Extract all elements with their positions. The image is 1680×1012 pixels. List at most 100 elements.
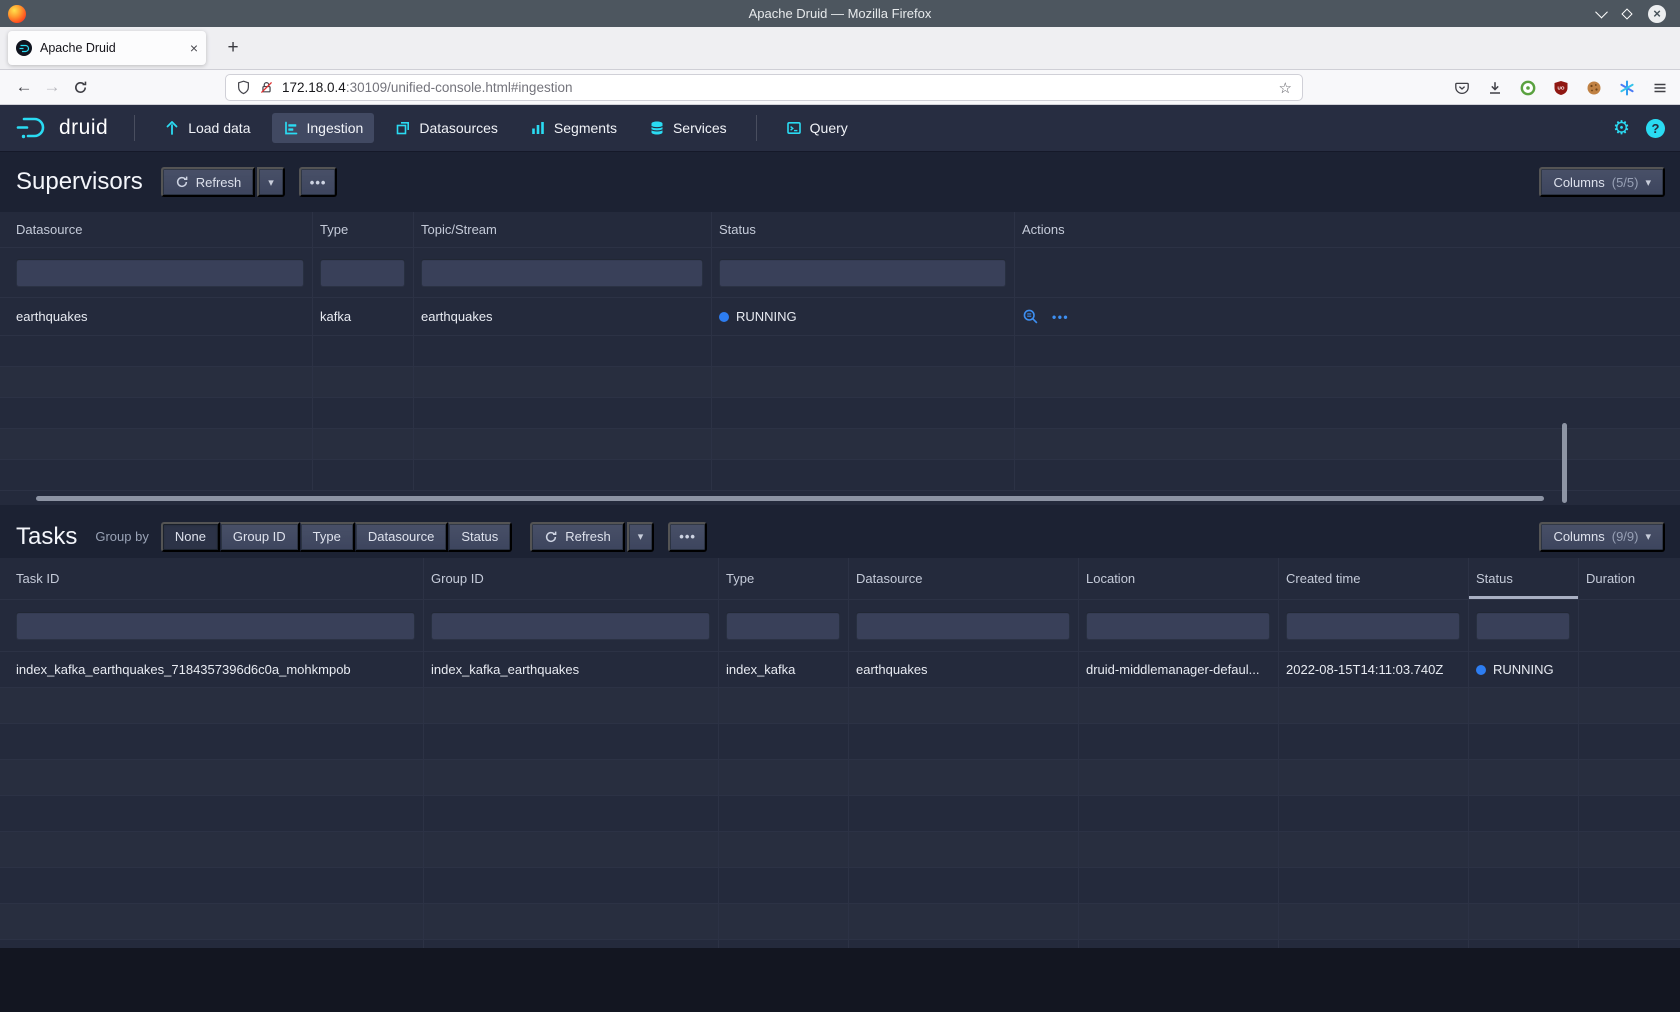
group-by-status-button[interactable]: Status: [448, 522, 512, 552]
sup-filter-status-input[interactable]: [719, 259, 1006, 287]
horizontal-scrollbar[interactable]: [36, 496, 1544, 501]
sup-header-type[interactable]: Type: [313, 212, 414, 247]
tasks-refresh-caret-button[interactable]: ▾: [627, 522, 655, 552]
nav-label: Query: [810, 120, 848, 136]
group-by-group-id-button[interactable]: Group ID: [220, 522, 300, 552]
tasks-columns-button[interactable]: Columns (9/9) ▾: [1539, 522, 1665, 552]
task-header-datasource[interactable]: Datasource: [849, 558, 1079, 599]
forward-button[interactable]: →: [38, 77, 66, 97]
empty-row: [0, 904, 1680, 940]
sup-header-actions: Actions: [1015, 212, 1680, 247]
sup-header-topic-stream[interactable]: Topic/Stream: [414, 212, 712, 247]
task-header-status-sorted[interactable]: Status: [1469, 558, 1579, 599]
group-by-datasource-button[interactable]: Datasource: [355, 522, 448, 552]
supervisor-row-earthquakes[interactable]: earthquakes kafka earthquakes RUNNING ••…: [0, 298, 1680, 336]
consent-asterisk-icon[interactable]: [1619, 80, 1635, 96]
tasks-more-button[interactable]: •••: [668, 522, 707, 552]
task-filter-created-time-input[interactable]: [1286, 612, 1460, 640]
druid-logo-icon: [15, 114, 55, 142]
sup-filter-type-input[interactable]: [320, 259, 405, 287]
supervisors-columns-button[interactable]: Columns (5/5) ▾: [1539, 167, 1665, 197]
nav-item-datasources[interactable]: Datasources: [384, 113, 509, 143]
task-header-group-id[interactable]: Group ID: [424, 558, 719, 599]
tasks-section: Tasks Group by None Group ID Type Dataso…: [0, 515, 1680, 948]
empty-row: [0, 398, 1680, 429]
magnify-detail-icon[interactable]: [1022, 308, 1039, 325]
tab-title: Apache Druid: [40, 41, 182, 55]
task-filter-location-input[interactable]: [1086, 612, 1270, 640]
tasks-refresh-button[interactable]: Refresh: [530, 522, 625, 552]
reload-button[interactable]: [66, 80, 94, 95]
status-badge: RUNNING: [712, 298, 1015, 335]
task-header-duration[interactable]: Duration: [1579, 558, 1680, 599]
menu-hamburger-icon[interactable]: [1652, 80, 1668, 96]
back-button[interactable]: ←: [10, 77, 38, 97]
cell-location: druid-middlemanager-defaul...: [1079, 652, 1279, 687]
sup-filter-datasource-input[interactable]: [16, 259, 304, 287]
cookie-icon[interactable]: [1586, 80, 1602, 96]
empty-row: [0, 460, 1680, 491]
task-filter-datasource-input[interactable]: [856, 612, 1070, 640]
columns-count: (9/9): [1612, 529, 1639, 544]
refresh-icon: [175, 175, 189, 189]
supervisors-refresh-caret-button[interactable]: ▾: [257, 167, 285, 197]
help-icon[interactable]: ?: [1646, 119, 1665, 138]
refresh-label: Refresh: [196, 175, 242, 190]
downloads-icon[interactable]: [1487, 80, 1503, 96]
nav-divider: [756, 115, 757, 141]
task-header-task-id[interactable]: Task ID: [0, 558, 424, 599]
browser-tab-apache-druid[interactable]: Apache Druid ×: [8, 31, 206, 65]
cell-datasource: earthquakes: [849, 652, 1079, 687]
tab-close-icon[interactable]: ×: [190, 40, 198, 56]
cell-datasource: earthquakes: [0, 298, 313, 335]
bookmark-star-icon[interactable]: ☆: [1279, 79, 1292, 97]
nav-item-query[interactable]: Query: [775, 113, 859, 143]
insecure-lock-icon[interactable]: [259, 80, 274, 95]
url-text: 172.18.0.4:30109/unified-console.html#in…: [282, 80, 572, 95]
tracking-shield-icon[interactable]: [236, 80, 251, 95]
druid-brand[interactable]: druid: [15, 114, 108, 142]
empty-row: [0, 868, 1680, 904]
task-header-type[interactable]: Type: [719, 558, 849, 599]
task-filter-type-input[interactable]: [726, 612, 840, 640]
window-maximize-icon[interactable]: [1621, 8, 1632, 19]
svg-text:UO: UO: [1558, 85, 1565, 90]
task-filter-group-id-input[interactable]: [431, 612, 710, 640]
nav-item-segments[interactable]: Segments: [519, 113, 628, 143]
group-by-none-button[interactable]: None: [161, 522, 220, 552]
sup-header-datasource[interactable]: Datasource: [0, 212, 313, 247]
task-row-index-kafka-earthquakes[interactable]: index_kafka_earthquakes_7184357396d6c0a_…: [0, 652, 1680, 688]
row-more-icon[interactable]: •••: [1052, 310, 1069, 324]
supervisors-more-button[interactable]: •••: [299, 167, 338, 197]
cell-duration: [1579, 652, 1680, 687]
datasources-icon: [395, 120, 411, 136]
sup-filter-topic-input[interactable]: [421, 259, 703, 287]
group-by-type-button[interactable]: Type: [300, 522, 355, 552]
tasks-title: Tasks: [16, 523, 77, 551]
url-path: :30109/unified-console.html#ingestion: [346, 80, 573, 95]
window-close-icon[interactable]: ×: [1648, 5, 1666, 23]
load-data-icon: [164, 120, 180, 136]
task-header-location[interactable]: Location: [1079, 558, 1279, 599]
url-bar[interactable]: 172.18.0.4:30109/unified-console.html#in…: [225, 74, 1303, 101]
task-header-created-time[interactable]: Created time: [1279, 558, 1469, 599]
empty-row: [0, 760, 1680, 796]
task-filter-status-input[interactable]: [1476, 612, 1570, 640]
group-by-label: Group by: [95, 529, 148, 544]
window-title: Apache Druid — Mozilla Firefox: [0, 6, 1680, 21]
extension-green-icon[interactable]: [1520, 80, 1536, 96]
settings-gear-icon[interactable]: ⚙: [1613, 119, 1630, 138]
vertical-scrollbar[interactable]: [1562, 423, 1567, 503]
supervisors-refresh-button[interactable]: Refresh: [161, 167, 256, 197]
nav-label: Datasources: [419, 120, 498, 136]
pocket-icon[interactable]: [1454, 80, 1470, 96]
nav-item-load-data[interactable]: Load data: [153, 113, 261, 143]
ublock-origin-icon[interactable]: UO: [1553, 80, 1569, 96]
supervisors-section: Supervisors Refresh ▾ ••• Columns (5/5) …: [0, 152, 1680, 515]
window-minimize-icon[interactable]: [1595, 6, 1608, 19]
new-tab-button[interactable]: +: [220, 35, 246, 61]
nav-item-ingestion[interactable]: Ingestion: [272, 113, 375, 143]
task-filter-task-id-input[interactable]: [16, 612, 415, 640]
sup-header-status[interactable]: Status: [712, 212, 1015, 247]
nav-item-services[interactable]: Services: [638, 113, 738, 143]
